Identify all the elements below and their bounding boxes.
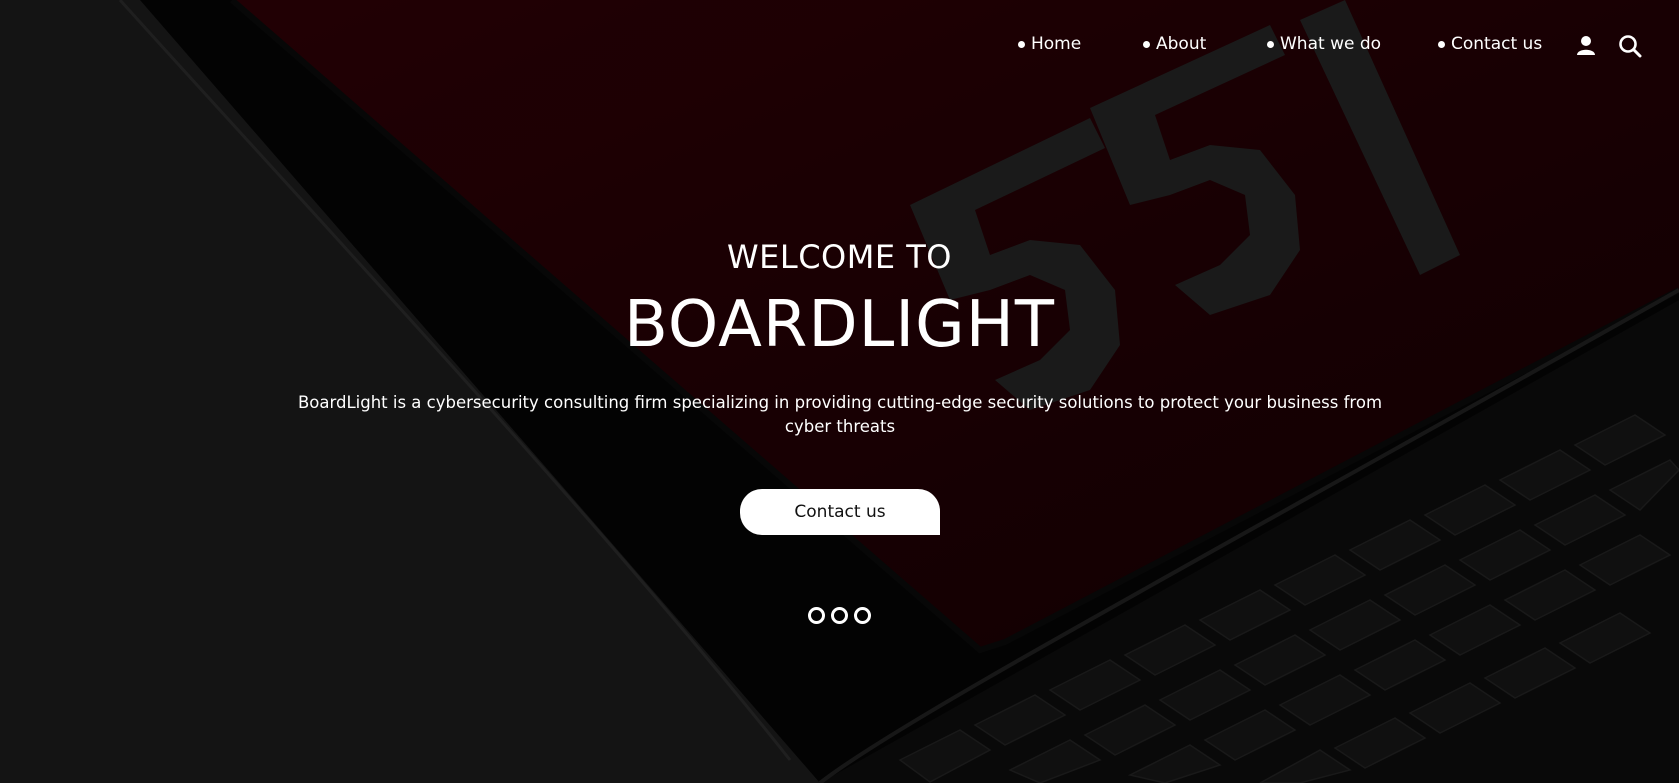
bullet-icon [1143, 40, 1150, 48]
carousel-indicators [0, 607, 1679, 624]
main-navigation: Home About What we do Contact us [0, 34, 1679, 60]
user-icon[interactable] [1575, 34, 1599, 58]
bullet-icon [1267, 40, 1274, 48]
nav-item-label: What we do [1280, 34, 1382, 54]
bullet-icon [1438, 40, 1445, 48]
hero-description: BoardLight is a cybersecurity consulting… [297, 393, 1383, 436]
nav-item-home[interactable]: Home [1018, 34, 1081, 54]
bullet-icon [1018, 40, 1025, 48]
carousel-dot[interactable] [854, 607, 871, 624]
nav-item-label: Contact us [1451, 34, 1543, 54]
hero-welcome-heading: WELCOME TO [727, 238, 952, 276]
hero-section: Home About What we do Contact us WELCOME… [0, 0, 1679, 783]
nav-item-about[interactable]: About [1143, 34, 1206, 54]
search-icon[interactable] [1618, 34, 1642, 58]
contact-us-button[interactable]: Contact us [740, 489, 940, 535]
carousel-dot[interactable] [831, 607, 848, 624]
nav-item-what-we-do[interactable]: What we do [1267, 34, 1381, 54]
nav-item-contact-us[interactable]: Contact us [1438, 34, 1542, 54]
hero-brand-title: BOARDLIGHT [624, 288, 1055, 362]
carousel-dot[interactable] [808, 607, 825, 624]
nav-item-label: Home [1031, 34, 1082, 54]
nav-item-label: About [1156, 34, 1207, 54]
